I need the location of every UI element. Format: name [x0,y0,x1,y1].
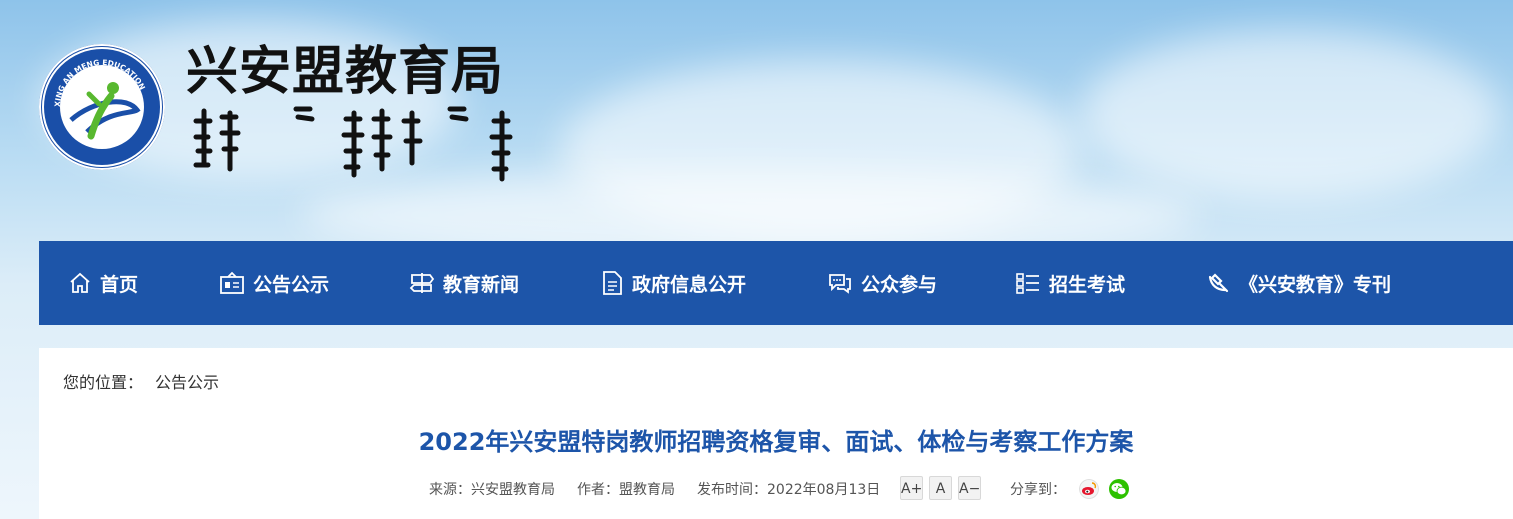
share-label: 分享到： [1010,482,1066,498]
article-content-panel: 您的位置： 公告公示 2022年兴安盟特岗教师招聘资格复审、面试、体检与考察工作方… [39,348,1513,519]
nav-item-label: 教育新闻 [443,273,520,296]
main-navigation: 首页 公告公示 教育新闻 政府信息公开 公众参与 招生考试 《兴安教育》专刊 [39,241,1513,325]
document-icon [603,271,622,295]
nav-item-xingan-education-journal[interactable]: 《兴安教育》专刊 [1205,241,1391,325]
nav-item-label: 首页 [100,273,139,296]
font-size-normal-button[interactable]: A [929,476,952,500]
nav-item-home[interactable]: 首页 [68,241,138,325]
site-title: 兴安盟教育局 [186,42,505,102]
site-emblem-logo[interactable]: XING AN MENG EDUCATION [39,44,165,170]
font-size-increase-button[interactable]: A+ [900,476,923,500]
notice-board-icon [220,271,244,294]
nav-item-notices[interactable]: 公告公示 [219,241,329,325]
nav-item-label: 公众参与 [861,273,938,296]
nav-item-label: 政府信息公开 [632,273,747,296]
nav-item-label: 招生考试 [1049,273,1126,296]
breadcrumb-current-link[interactable]: 公告公示 [155,373,219,392]
mongolian-script-title [193,106,513,182]
nav-item-gov-info[interactable]: 政府信息公开 [600,241,746,325]
article-publish-date: 发布时间：2022年08月13日 [697,482,881,498]
nav-item-label: 公告公示 [253,273,330,296]
nav-item-admissions-exams[interactable]: 招生考试 [1015,241,1125,325]
party-emblem-icon [1208,273,1229,293]
breadcrumb-prefix: 您的位置： [63,373,144,392]
nav-item-public-participation[interactable]: 公众参与 [827,241,937,325]
breadcrumb: 您的位置： 公告公示 [63,369,219,393]
nav-item-education-news[interactable]: 教育新闻 [409,241,519,325]
font-size-decrease-button[interactable]: A− [958,476,981,500]
wechat-share-icon[interactable] [1109,479,1129,499]
signpost-icon [409,273,435,293]
weibo-share-icon[interactable] [1079,479,1099,499]
chat-bubbles-icon [829,274,851,294]
article-source: 来源：兴安盟教育局 [429,482,555,498]
article-author: 作者：盟教育局 [577,482,675,498]
list-icon [1016,273,1039,294]
article-title: 2022年兴安盟特岗教师招聘资格复审、面试、体检与考察工作方案 [418,428,1134,456]
site-header: XING AN MENG EDUCATION 兴安盟教育局 [0,0,1513,241]
nav-item-label: 《兴安教育》专刊 [1239,273,1392,296]
home-icon [70,272,90,293]
